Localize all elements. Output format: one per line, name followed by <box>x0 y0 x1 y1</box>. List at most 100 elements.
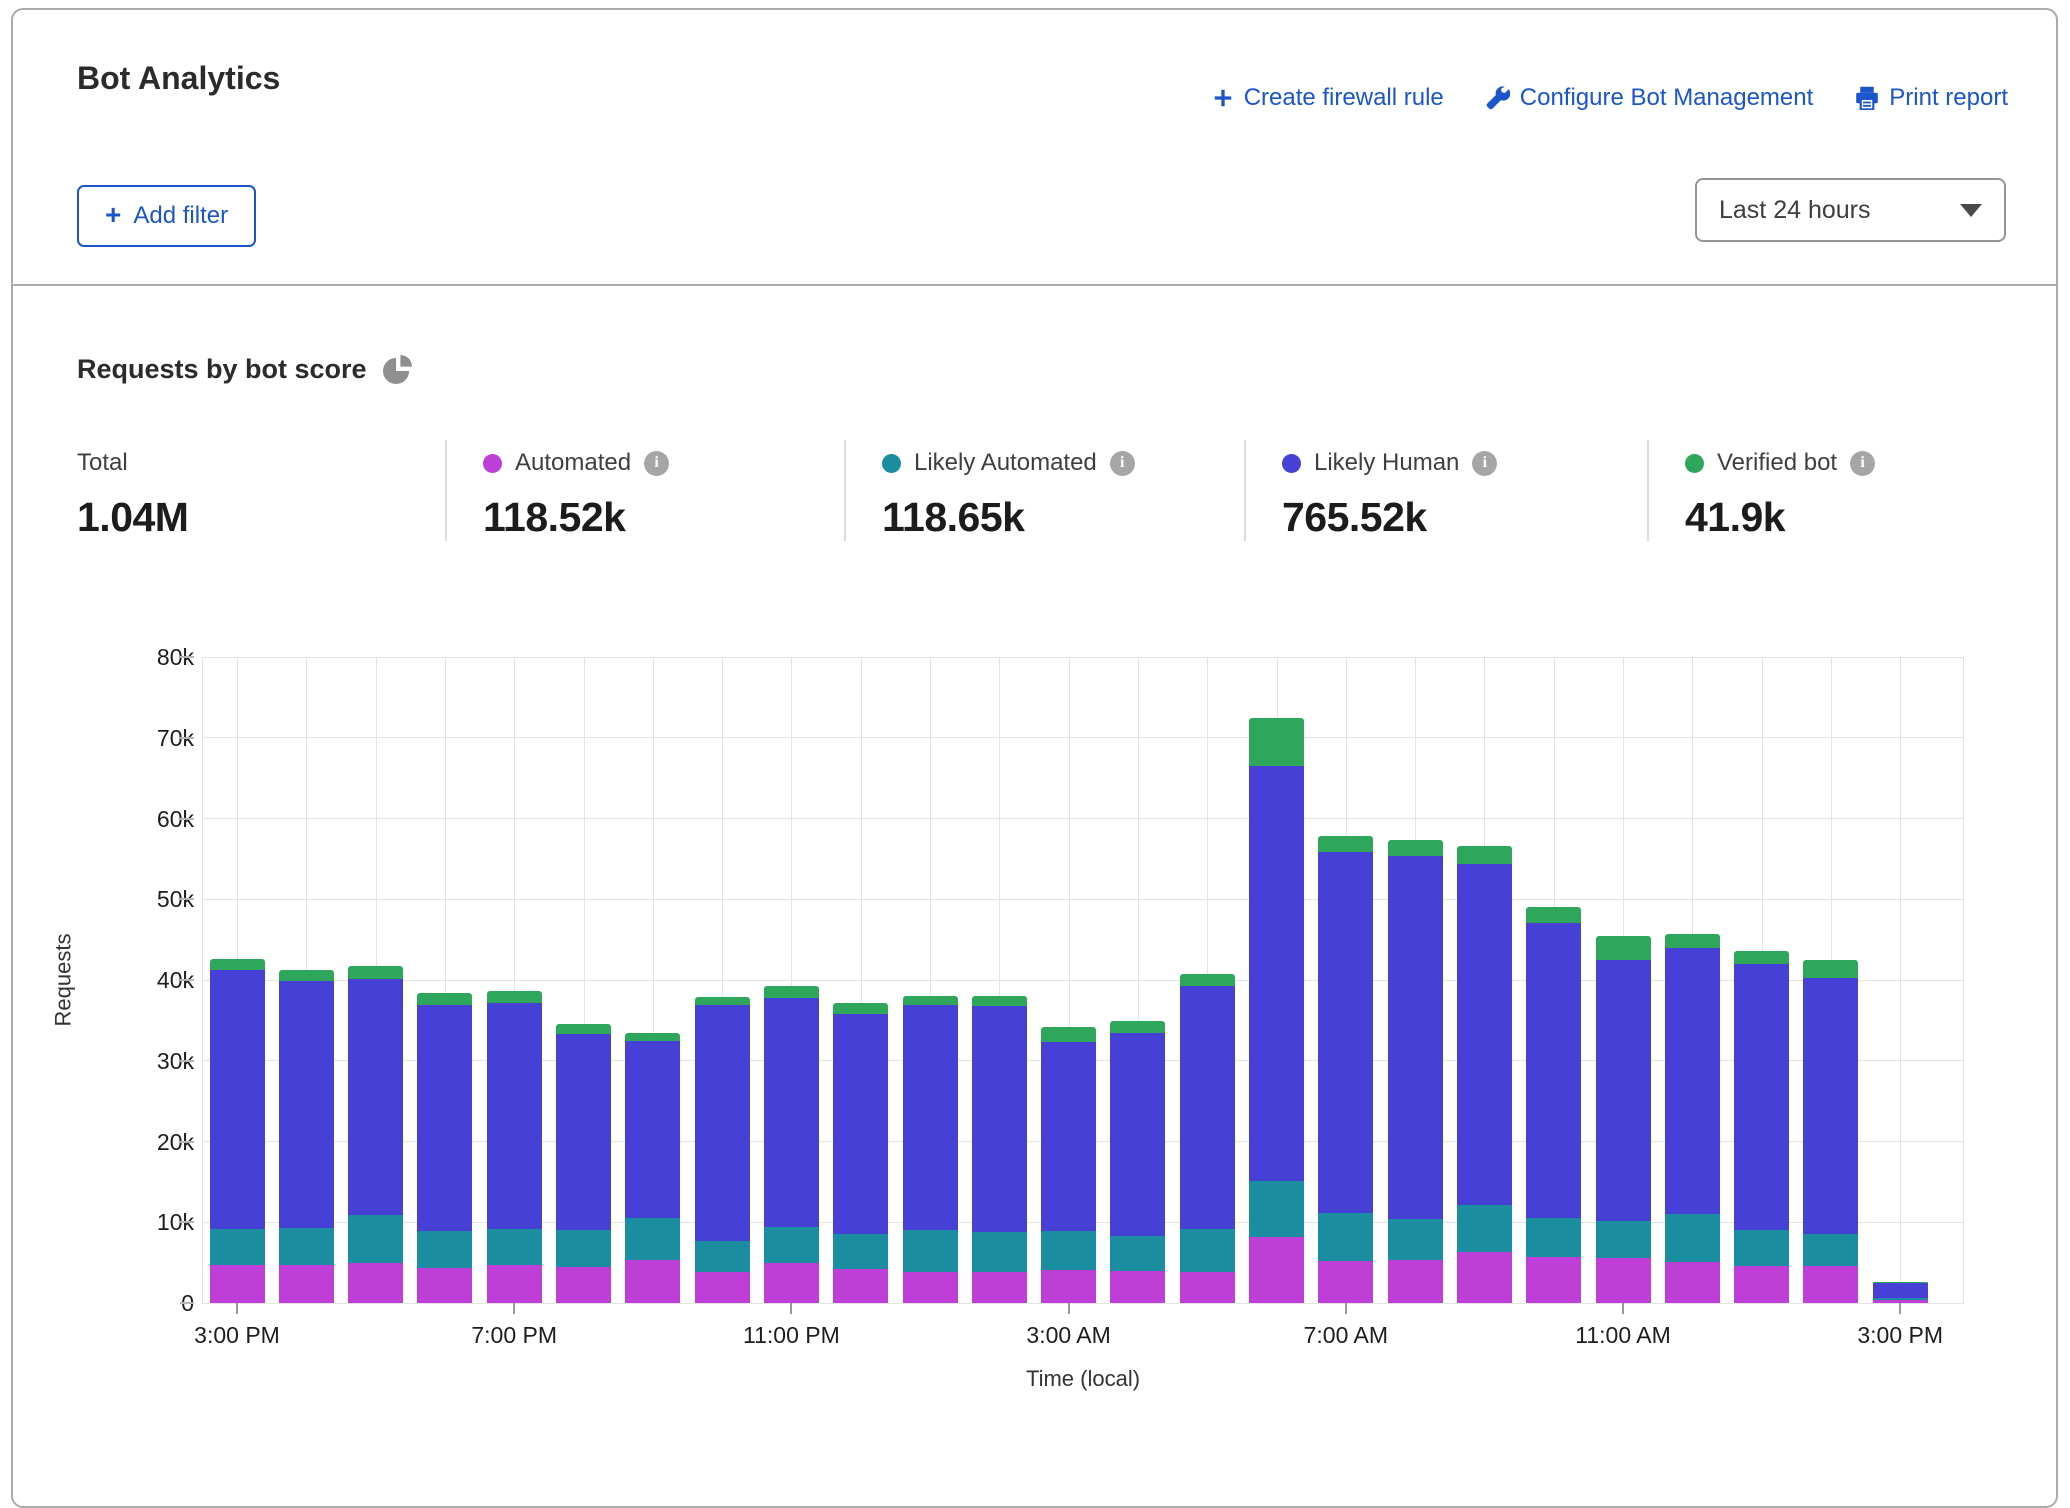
bar-segment-likely-automated[interactable] <box>1526 1218 1581 1257</box>
bar-segment-verified-bot[interactable] <box>1457 846 1512 864</box>
bar-segment-automated[interactable] <box>764 1263 819 1303</box>
bar-segment-likely-automated[interactable] <box>210 1229 265 1265</box>
bar-segment-verified-bot[interactable] <box>487 991 542 1003</box>
bar-segment-verified-bot[interactable] <box>764 986 819 997</box>
bar-segment-likely-automated[interactable] <box>1110 1236 1165 1271</box>
bar-segment-likely-human[interactable] <box>833 1014 888 1234</box>
bar-segment-verified-bot[interactable] <box>1318 836 1373 851</box>
bar-segment-likely-human[interactable] <box>1526 923 1581 1218</box>
bar-segment-likely-automated[interactable] <box>833 1234 888 1270</box>
bar-segment-likely-human[interactable] <box>1180 986 1235 1228</box>
bar-segment-likely-human[interactable] <box>695 1005 750 1241</box>
bar-segment-likely-human[interactable] <box>903 1005 958 1230</box>
bar-segment-verified-bot[interactable] <box>1388 840 1443 857</box>
bar-segment-likely-human[interactable] <box>1665 948 1720 1214</box>
bar-segment-automated[interactable] <box>625 1260 680 1303</box>
bar-segment-verified-bot[interactable] <box>556 1024 611 1034</box>
bar-segment-likely-automated[interactable] <box>1596 1221 1651 1257</box>
bar-segment-likely-human[interactable] <box>1803 978 1858 1234</box>
bar-segment-verified-bot[interactable] <box>1249 718 1304 766</box>
bar-segment-likely-human[interactable] <box>1041 1042 1096 1231</box>
bar-segment-likely-human[interactable] <box>1734 964 1789 1230</box>
bar-segment-automated[interactable] <box>833 1269 888 1303</box>
bar-segment-likely-automated[interactable] <box>1665 1214 1720 1262</box>
bar-segment-automated[interactable] <box>695 1272 750 1303</box>
bar-segment-automated[interactable] <box>1803 1266 1858 1303</box>
bar-segment-verified-bot[interactable] <box>833 1003 888 1014</box>
bar-segment-likely-automated[interactable] <box>279 1228 334 1265</box>
bar-segment-verified-bot[interactable] <box>1803 960 1858 978</box>
bar-segment-likely-automated[interactable] <box>625 1218 680 1260</box>
bar-segment-likely-human[interactable] <box>1596 960 1651 1222</box>
stat-automated[interactable]: Automated i 118.52k <box>445 440 844 541</box>
print-report-link[interactable]: Print report <box>1855 84 2008 112</box>
bar-segment-likely-human[interactable] <box>625 1041 680 1218</box>
bar-segment-likely-automated[interactable] <box>1388 1219 1443 1260</box>
bar-segment-likely-automated[interactable] <box>764 1227 819 1263</box>
bar-segment-automated[interactable] <box>1249 1237 1304 1303</box>
bar-segment-automated[interactable] <box>556 1267 611 1303</box>
bar-segment-likely-human[interactable] <box>1873 1283 1928 1298</box>
stat-likely-automated[interactable]: Likely Automated i 118.65k <box>844 440 1244 541</box>
bar-segment-automated[interactable] <box>1457 1252 1512 1303</box>
bar-segment-likely-human[interactable] <box>348 979 403 1215</box>
bar-segment-verified-bot[interactable] <box>1734 951 1789 964</box>
bar-segment-automated[interactable] <box>1526 1257 1581 1303</box>
bar-segment-likely-human[interactable] <box>1388 856 1443 1219</box>
bar-segment-likely-automated[interactable] <box>695 1241 750 1272</box>
bar-segment-verified-bot[interactable] <box>625 1033 680 1042</box>
stat-likely-human[interactable]: Likely Human i 765.52k <box>1244 440 1647 541</box>
bar-segment-likely-human[interactable] <box>279 981 334 1228</box>
bar-segment-likely-automated[interactable] <box>556 1230 611 1268</box>
bar-segment-likely-human[interactable] <box>210 970 265 1228</box>
bar-segment-likely-automated[interactable] <box>1803 1234 1858 1266</box>
bar-segment-verified-bot[interactable] <box>903 996 958 1005</box>
bar-segment-verified-bot[interactable] <box>279 970 334 981</box>
bar-segment-automated[interactable] <box>279 1265 334 1303</box>
bar-segment-automated[interactable] <box>1110 1271 1165 1303</box>
bar-segment-likely-human[interactable] <box>1249 766 1304 1181</box>
info-icon[interactable]: i <box>1110 451 1135 476</box>
bar-segment-likely-automated[interactable] <box>487 1229 542 1265</box>
bar-segment-likely-automated[interactable] <box>972 1232 1027 1272</box>
bar-segment-verified-bot[interactable] <box>417 993 472 1005</box>
bar-segment-likely-human[interactable] <box>972 1006 1027 1232</box>
bar-segment-likely-human[interactable] <box>1110 1033 1165 1236</box>
time-range-select[interactable]: Last 24 hours <box>1695 178 2006 242</box>
bar-segment-verified-bot[interactable] <box>1596 936 1651 959</box>
bar-segment-verified-bot[interactable] <box>1526 907 1581 924</box>
bar-segment-automated[interactable] <box>1318 1261 1373 1303</box>
add-filter-button[interactable]: + Add filter <box>77 185 256 247</box>
stat-verified-bot[interactable]: Verified bot i 41.9k <box>1647 440 2006 541</box>
bar-segment-likely-automated[interactable] <box>1457 1205 1512 1253</box>
bar-segment-likely-automated[interactable] <box>348 1215 403 1263</box>
info-icon[interactable]: i <box>1850 451 1875 476</box>
bar-segment-likely-automated[interactable] <box>1180 1229 1235 1273</box>
bar-segment-likely-automated[interactable] <box>1734 1230 1789 1266</box>
bar-segment-automated[interactable] <box>487 1265 542 1303</box>
bar-segment-automated[interactable] <box>1180 1272 1235 1303</box>
bar-segment-automated[interactable] <box>210 1265 265 1303</box>
bar-segment-likely-human[interactable] <box>417 1005 472 1231</box>
bar-segment-automated[interactable] <box>972 1272 1027 1303</box>
bar-segment-verified-bot[interactable] <box>348 966 403 979</box>
create-firewall-rule-link[interactable]: Create firewall rule <box>1212 84 1444 112</box>
bar-segment-likely-human[interactable] <box>1318 852 1373 1213</box>
bar-segment-likely-human[interactable] <box>1457 864 1512 1205</box>
bar-segment-automated[interactable] <box>348 1263 403 1303</box>
bar-segment-automated[interactable] <box>1596 1258 1651 1303</box>
bar-segment-verified-bot[interactable] <box>210 959 265 970</box>
bar-segment-likely-human[interactable] <box>764 998 819 1227</box>
bar-segment-likely-automated[interactable] <box>417 1231 472 1268</box>
bar-segment-automated[interactable] <box>417 1268 472 1303</box>
bar-segment-verified-bot[interactable] <box>695 997 750 1005</box>
bar-segment-verified-bot[interactable] <box>1873 1282 1928 1283</box>
bar-segment-likely-human[interactable] <box>556 1034 611 1229</box>
bar-segment-likely-human[interactable] <box>487 1003 542 1229</box>
bar-segment-verified-bot[interactable] <box>1665 934 1720 948</box>
info-icon[interactable]: i <box>644 451 669 476</box>
bar-segment-likely-automated[interactable] <box>1249 1181 1304 1237</box>
bar-segment-automated[interactable] <box>1665 1262 1720 1303</box>
bar-segment-likely-automated[interactable] <box>1041 1231 1096 1270</box>
bar-segment-verified-bot[interactable] <box>1180 974 1235 986</box>
